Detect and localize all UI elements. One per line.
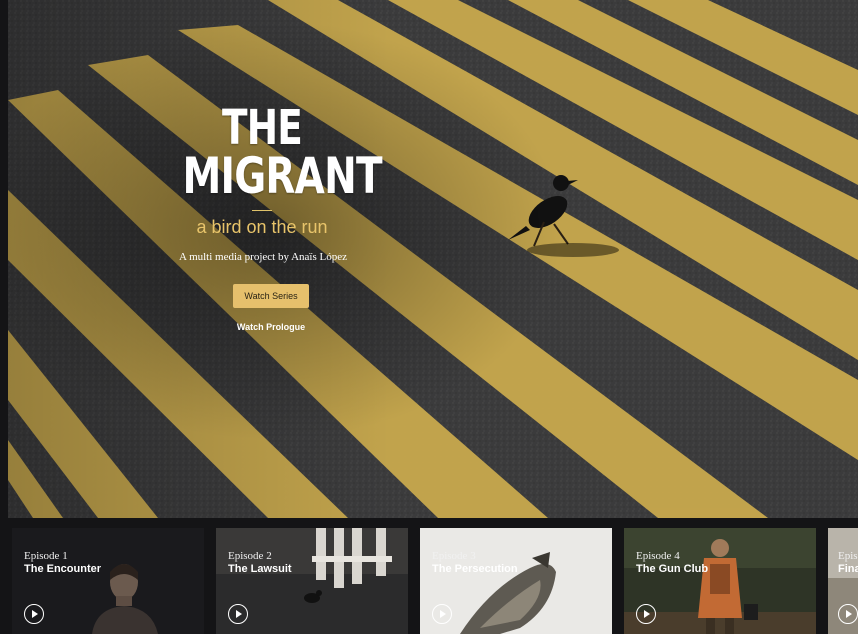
episode-card-4[interactable]: Episode 4 The Gun Club — [624, 528, 816, 634]
episode-number: Episode 3 — [432, 550, 476, 562]
watch-series-button[interactable]: Watch Series — [233, 284, 309, 308]
episode-number: Episode 1 — [24, 550, 68, 562]
episode-title: The Persecution — [432, 563, 518, 575]
title-migrant: MIGRANT — [182, 147, 382, 205]
episode-number: Episode 2 — [228, 550, 272, 562]
title-the: THE — [221, 100, 303, 156]
episode-title: The Lawsuit — [228, 563, 292, 575]
episode-title: The Encounter — [24, 563, 102, 575]
hero-background-image — [8, 0, 858, 518]
episode-card-5[interactable]: Epis Fina — [828, 528, 858, 634]
subtitle: a bird on the run — [196, 217, 328, 237]
episode-card-1[interactable]: Episode 1 The Encounter — [12, 528, 204, 634]
episode-number: Episode 4 — [636, 550, 680, 562]
episode-title: Fina — [838, 563, 858, 575]
watch-prologue-link[interactable]: Watch Prologue — [221, 322, 321, 332]
episodes-strip: Episode 1 The Encounter Episode 2 The La… — [0, 518, 858, 634]
episode-card-3[interactable]: Episode 3 The Persecution — [420, 528, 612, 634]
title-divider — [252, 210, 272, 211]
episode-number: Epis — [838, 550, 858, 562]
episode-card-2[interactable]: Episode 2 The Lawsuit — [216, 528, 408, 634]
play-circle-icon[interactable] — [838, 604, 858, 624]
play-circle-icon[interactable] — [432, 604, 452, 624]
play-circle-icon[interactable] — [228, 604, 248, 624]
play-circle-icon[interactable] — [24, 604, 44, 624]
hero-section: THE MIGRANT a bird on the run A multi me… — [8, 0, 858, 518]
byline: A multi media project by Anaïs López — [178, 251, 348, 263]
play-circle-icon[interactable] — [636, 604, 656, 624]
episode-title: The Gun Club — [636, 563, 709, 575]
title-block: THE MIGRANT a bird on the run — [160, 100, 382, 238]
